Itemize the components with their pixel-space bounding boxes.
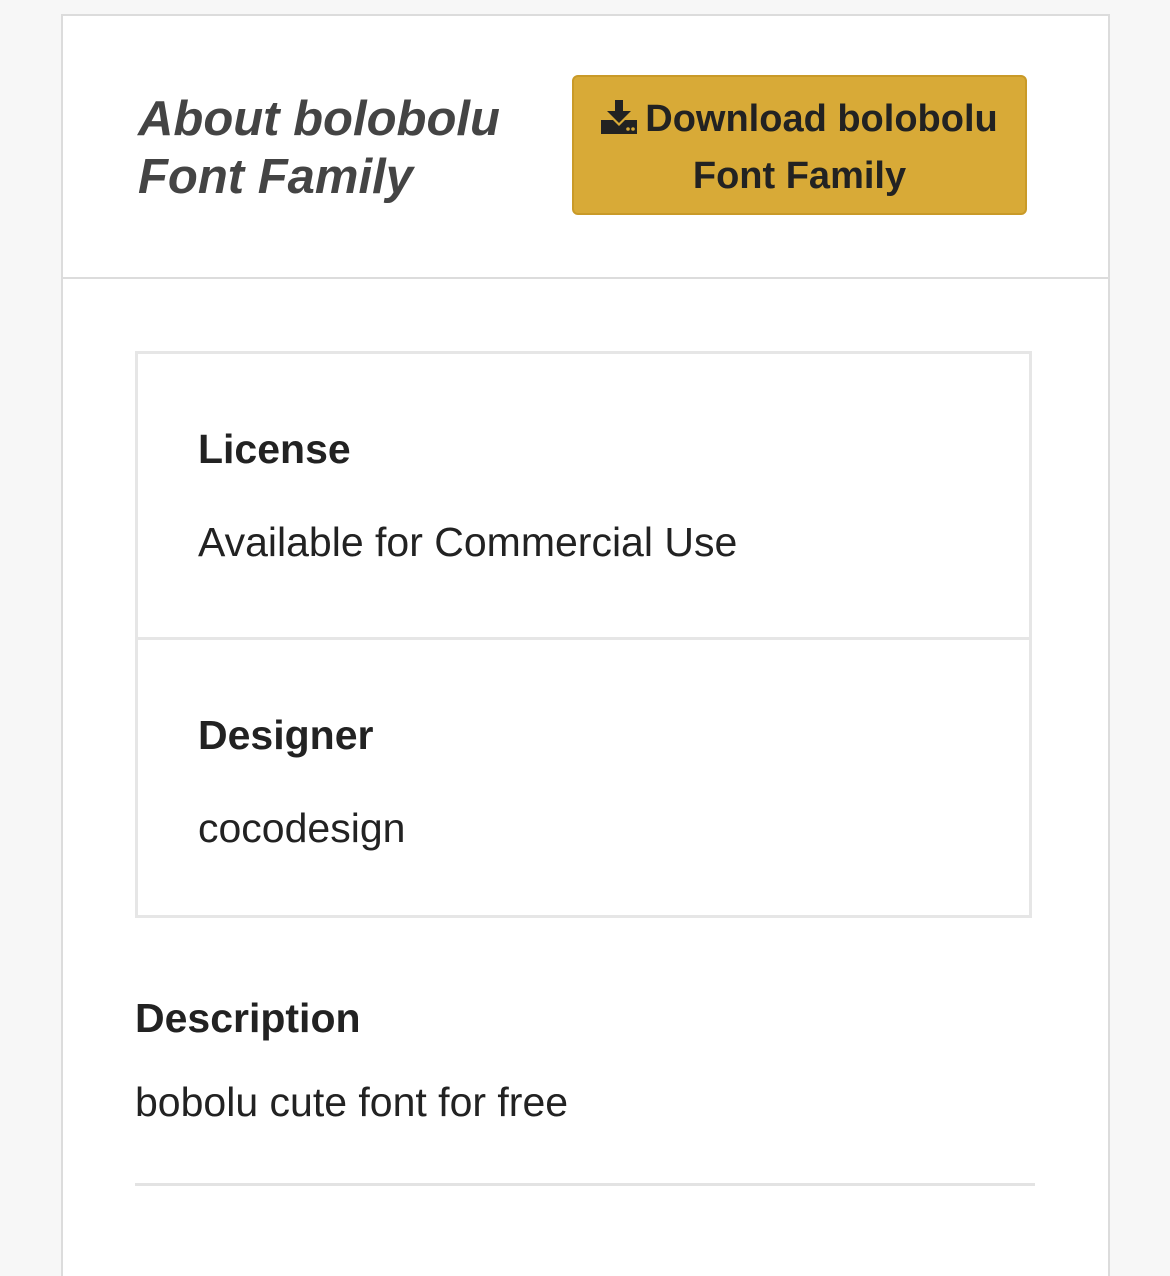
download-button-label: Download bolobolu Font Family [645, 98, 998, 197]
section-divider [135, 1183, 1035, 1186]
download-button[interactable]: Download bolobolu Font Family [572, 75, 1027, 215]
license-cell: License Available for Commercial Use [138, 354, 1029, 640]
download-icon [601, 100, 638, 134]
panel-header: About bolobolu Font Family Download bolo… [63, 16, 1108, 279]
designer-cell: Designer cocodesign [138, 640, 1029, 923]
designer-label: Designer [198, 712, 374, 758]
font-info-panel: About bolobolu Font Family Download bolo… [61, 14, 1110, 1276]
license-value: Available for Commercial Use [198, 519, 738, 565]
designer-value: cocodesign [198, 805, 406, 851]
description-heading: Description [135, 995, 361, 1041]
description-text: bobolu cute font for free [135, 1079, 569, 1125]
info-table: License Available for Commercial Use Des… [135, 351, 1032, 918]
license-label: License [198, 426, 351, 472]
page-title: About bolobolu Font Family [138, 92, 500, 204]
